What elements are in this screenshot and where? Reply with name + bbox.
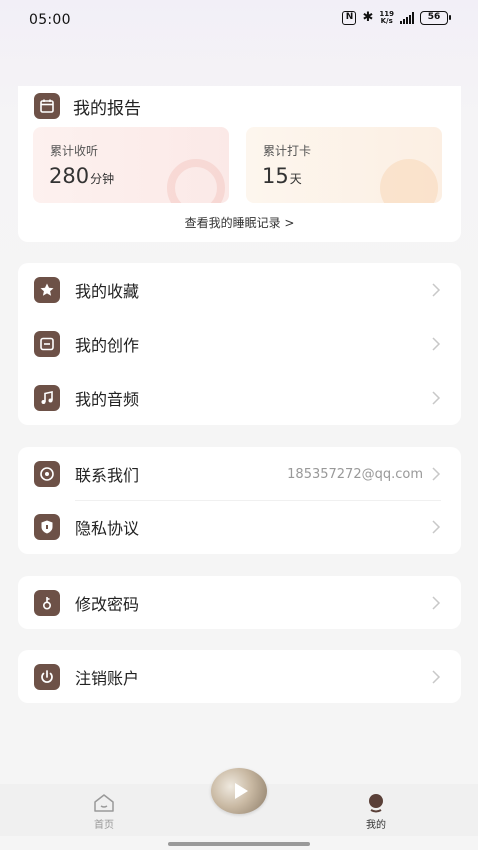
report-header: 我的报告	[34, 93, 141, 119]
checkin-stat[interactable]: 累计打卡 15天	[246, 127, 442, 203]
tab-home-label: 首页	[94, 820, 114, 831]
tab-me[interactable]: 我的	[346, 792, 406, 831]
menu-group-support: 联系我们 185357272@qq.com 隐私协议	[18, 447, 461, 554]
menu-group-content: 我的收藏 我的创作 我的音频	[18, 263, 461, 425]
signal-icon	[400, 12, 414, 24]
contact-email: 185357272@qq.com	[287, 466, 423, 482]
status-time: 05:00	[29, 12, 71, 28]
network-speed: 119 K/s	[379, 11, 394, 25]
star-icon	[34, 277, 60, 303]
bluetooth-icon: ✱	[362, 10, 374, 25]
play-icon	[234, 783, 248, 799]
checkin-value: 15	[262, 164, 289, 188]
shield-icon	[34, 514, 60, 540]
status-bar: 05:00 N ✱ 119 K/s 56	[0, 0, 478, 40]
menu-item-label: 注销账户	[75, 668, 140, 688]
network-speed-unit: K/s	[380, 17, 393, 25]
home-icon	[94, 794, 114, 812]
tab-me-label: 我的	[366, 820, 386, 831]
menu-item-privacy[interactable]: 隐私协议	[18, 500, 461, 554]
home-indicator[interactable]	[168, 842, 310, 846]
listen-label: 累计收听	[50, 144, 99, 158]
listen-stat[interactable]: 累计收听 280分钟	[33, 127, 229, 203]
listen-value: 280	[49, 164, 90, 188]
menu-item-label: 我的收藏	[75, 282, 140, 301]
menu-item-change-password[interactable]: 修改密码	[18, 576, 461, 629]
power-icon	[34, 663, 60, 690]
battery-icon: 56	[420, 11, 451, 25]
checkin-label: 累计打卡	[263, 144, 312, 158]
sleep-record-link[interactable]: 查看我的睡眠记录 >	[18, 214, 461, 231]
menu-item-label: 联系我们	[75, 466, 140, 485]
menu-item-delete-account[interactable]: 注销账户	[18, 650, 461, 703]
report-card: 我的报告 累计收听 280分钟 累计打卡 15天 查看我的睡眠记录 >	[18, 86, 461, 242]
key-icon	[34, 589, 60, 616]
listen-unit: 分钟	[90, 172, 115, 186]
moon-decoration	[380, 159, 438, 203]
chevron-right-icon	[432, 467, 441, 481]
menu-group-password: 修改密码	[18, 576, 461, 629]
menu-item-audio[interactable]: 我的音频	[18, 371, 461, 425]
menu-item-contact[interactable]: 联系我们 185357272@qq.com	[18, 447, 461, 501]
contact-icon	[34, 461, 60, 487]
menu-item-label: 我的音频	[75, 390, 140, 409]
calendar-icon	[34, 93, 60, 119]
profile-icon	[369, 794, 383, 813]
status-icons: N ✱ 119 K/s 56	[342, 10, 451, 25]
chevron-right-icon	[432, 520, 441, 534]
chevron-right-icon	[432, 283, 441, 297]
chevron-right-icon	[432, 391, 441, 405]
tab-home[interactable]: 首页	[74, 792, 134, 831]
menu-item-creations[interactable]: 我的创作	[18, 317, 461, 371]
headphone-decoration	[167, 159, 225, 203]
menu-item-label: 修改密码	[75, 594, 140, 614]
report-title: 我的报告	[73, 98, 141, 119]
music-note-icon	[34, 385, 60, 411]
menu-item-label: 隐私协议	[75, 519, 140, 538]
nfc-icon: N	[342, 11, 357, 25]
chevron-right-icon	[432, 670, 441, 684]
checkin-value-wrap: 15天	[262, 164, 302, 188]
document-icon	[34, 331, 60, 357]
menu-group-account: 注销账户	[18, 650, 461, 703]
checkin-unit: 天	[289, 172, 302, 186]
menu-item-label: 我的创作	[75, 336, 140, 355]
now-playing-button[interactable]	[211, 768, 267, 814]
chevron-right-icon	[432, 337, 441, 351]
menu-item-favorites[interactable]: 我的收藏	[18, 263, 461, 317]
listen-value-wrap: 280分钟	[49, 164, 114, 188]
chevron-right-icon	[432, 596, 441, 610]
